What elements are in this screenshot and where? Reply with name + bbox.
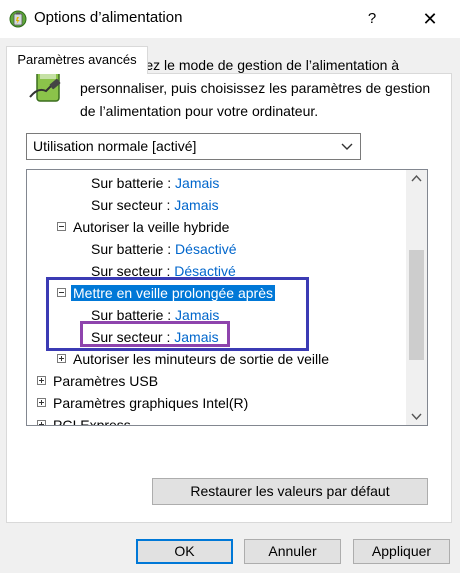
cancel-button[interactable]: Annuler <box>244 539 341 564</box>
setting-value-link[interactable]: Jamais <box>175 175 219 191</box>
help-button[interactable]: ? <box>360 6 384 32</box>
vertical-scrollbar[interactable] <box>406 170 427 425</box>
settings-tree[interactable]: Sur batterie : Jamais Sur secteur : Jama… <box>26 169 428 426</box>
expand-icon[interactable] <box>37 376 46 385</box>
setting-value-link[interactable]: Désactivé <box>175 241 236 257</box>
setting-group-label: Autoriser la veille hybride <box>73 219 230 235</box>
setting-group-label: Paramètres graphiques Intel(R) <box>53 395 249 411</box>
restore-defaults-button[interactable]: Restaurer les valeurs par défaut <box>152 478 428 505</box>
power-plan-value: Utilisation normale [activé] <box>33 138 197 154</box>
scroll-up-icon[interactable] <box>406 170 427 187</box>
scroll-down-icon[interactable] <box>406 408 427 425</box>
tree-row-battery[interactable]: Sur batterie : Désactivé <box>91 238 237 260</box>
setting-label: Sur batterie : <box>91 241 172 257</box>
apply-button[interactable]: Appliquer <box>353 539 450 564</box>
setting-group-label: Autoriser les minuteurs de sortie de vei… <box>73 351 330 367</box>
expand-icon[interactable] <box>57 354 66 363</box>
scrollbar-thumb[interactable] <box>409 250 424 360</box>
expand-icon[interactable] <box>37 398 46 407</box>
collapse-icon[interactable] <box>57 222 66 231</box>
setting-group-label: Paramètres USB <box>53 373 159 389</box>
tree-row-intel-graphics[interactable]: Paramètres graphiques Intel(R) <box>53 392 248 414</box>
tree-row-battery[interactable]: Sur batterie : Jamais <box>91 172 219 194</box>
tab-advanced-settings[interactable]: Paramètres avancés <box>6 46 148 74</box>
tree-row-pci-express[interactable]: PCI Express <box>53 414 131 426</box>
window-title: Options d’alimentation <box>34 9 183 26</box>
tree-row-hybrid-sleep[interactable]: Autoriser la veille hybride <box>73 216 229 238</box>
tree-row-ac[interactable]: Sur secteur : Jamais <box>91 194 219 216</box>
setting-value-link[interactable]: Jamais <box>174 197 218 213</box>
tree-row-wake-timers[interactable]: Autoriser les minuteurs de sortie de vei… <box>73 348 329 370</box>
power-plan-select[interactable]: Utilisation normale [activé] <box>26 133 361 160</box>
expand-icon[interactable] <box>37 420 46 425</box>
setting-label: Sur secteur : <box>91 197 171 213</box>
tree-row-usb[interactable]: Paramètres USB <box>53 370 158 392</box>
title-bar: Options d’alimentation ? ✕ <box>0 0 460 38</box>
setting-label: Sur batterie : <box>91 175 172 191</box>
setting-group-label: PCI Express <box>53 417 131 426</box>
highlight-box-ac-value <box>80 321 230 347</box>
close-button[interactable]: ✕ <box>415 6 445 32</box>
power-options-icon <box>9 10 27 28</box>
chevron-down-icon <box>341 143 353 150</box>
ok-button[interactable]: OK <box>136 539 233 564</box>
tree-content: Sur batterie : Jamais Sur secteur : Jama… <box>27 170 407 425</box>
